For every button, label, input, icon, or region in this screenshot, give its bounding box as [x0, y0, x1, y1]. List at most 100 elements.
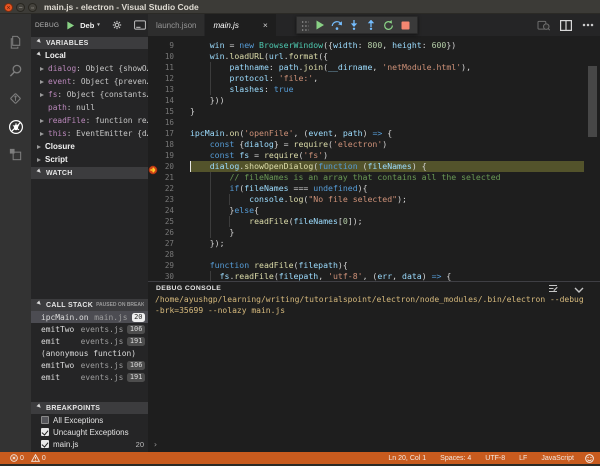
- activity-bar-item-debug[interactable]: [0, 115, 31, 143]
- checkbox[interactable]: [41, 416, 49, 424]
- status-left-items: 0 0: [0, 454, 53, 462]
- code-line-16[interactable]: 16: [148, 117, 600, 128]
- code-line-12[interactable]: 12 protocol: 'file:',: [148, 73, 600, 84]
- code-editor[interactable]: 9 win = new BrowserWindow({width: 800, h…: [148, 36, 600, 281]
- toolbar-drag-handle[interactable]: [300, 19, 309, 31]
- activity-bar-item-extensions[interactable]: [0, 143, 31, 171]
- code-line-21[interactable]: 21 // fileNames is an array that contain…: [148, 172, 600, 183]
- line-badge: 20: [132, 313, 145, 322]
- checkbox[interactable]: [41, 428, 49, 436]
- variable-row[interactable]: path: null: [31, 101, 148, 114]
- twistie-icon: [36, 403, 43, 410]
- variable-row[interactable]: event: Object {preven…: [31, 75, 148, 88]
- checkbox[interactable]: [41, 440, 49, 448]
- continue-icon[interactable]: [311, 17, 328, 33]
- code-line-22[interactable]: 22 if(fileNames === undefined){: [148, 183, 600, 194]
- line-number: 19: [158, 150, 180, 161]
- activity-bar-item-files[interactable]: [0, 31, 31, 59]
- code-line-26[interactable]: 26 }: [148, 227, 600, 238]
- twistie-icon: [36, 300, 43, 307]
- stack-frame[interactable]: emit events.js 191: [31, 335, 148, 347]
- console-prompt[interactable]: ›: [153, 440, 158, 449]
- line-number: 26: [158, 227, 180, 238]
- code-line-17[interactable]: 17 ipcMain.on('openFile', (event, path) …: [148, 128, 600, 139]
- code-line-29[interactable]: 29 function readFile(filepath){: [148, 260, 600, 271]
- code-line-18[interactable]: 18 const {dialog} = require('electron'): [148, 139, 600, 150]
- line-number: 13: [158, 84, 180, 95]
- code-line-11[interactable]: 11 pathname: path.join(__dirname, 'netMo…: [148, 62, 600, 73]
- stack-frame[interactable]: emitTwo events.js 106: [31, 323, 148, 335]
- section-header-watch[interactable]: WATCH: [31, 167, 148, 179]
- open-preview-icon[interactable]: [537, 20, 550, 31]
- split-editor-icon[interactable]: [560, 20, 572, 31]
- debug-view-label: DEBUG: [35, 22, 59, 29]
- panel-title[interactable]: DEBUG CONSOLE: [156, 285, 221, 292]
- status-item[interactable]: Spaces: 4: [440, 455, 471, 462]
- twistie-icon: [40, 93, 46, 97]
- breakpoint-current-icon[interactable]: [148, 162, 159, 172]
- tab-main-js[interactable]: main.js ×: [205, 14, 275, 36]
- activity-bar-item-source-control[interactable]: [0, 87, 31, 115]
- code-line-19[interactable]: 19 const fs = require('fs'): [148, 150, 600, 161]
- code-line-14[interactable]: 14 })): [148, 95, 600, 106]
- restart-icon[interactable]: [380, 17, 397, 33]
- console-output: /home/ayushgp/learning/writing/tutorials…: [148, 295, 600, 316]
- close-icon[interactable]: ×: [263, 20, 268, 30]
- debug-console-toggle-icon[interactable]: [134, 20, 146, 30]
- line-number: 14: [158, 95, 180, 106]
- breakpoint-row[interactable]: All Exceptions: [31, 414, 148, 426]
- line-badge: 106: [127, 361, 145, 370]
- error-count[interactable]: 0: [20, 455, 24, 462]
- variable-row[interactable]: readFile: function re…: [31, 114, 148, 127]
- stack-frame[interactable]: (anonymous function): [31, 347, 148, 359]
- twistie-icon: [40, 80, 46, 84]
- activity-bar-item-search[interactable]: [0, 59, 31, 87]
- code-line-15[interactable]: 15 }: [148, 106, 600, 117]
- code-line-23[interactable]: 23 console.log("No file selected");: [148, 194, 600, 205]
- line-number: 29: [158, 260, 180, 271]
- step-over-icon[interactable]: [329, 17, 346, 33]
- code-line-13[interactable]: 13 slashes: true: [148, 84, 600, 95]
- start-debug-icon[interactable]: [66, 21, 75, 30]
- debug-config-dropdown[interactable]: Deb ▾: [80, 21, 100, 30]
- step-into-icon[interactable]: [346, 17, 363, 33]
- gear-icon[interactable]: [112, 20, 122, 30]
- status-item[interactable]: Ln 20, Col 1: [388, 455, 426, 462]
- stack-frame[interactable]: emit events.js 191: [31, 371, 148, 383]
- section-header-variables[interactable]: VARIABLES: [31, 37, 148, 49]
- stack-frame[interactable]: ipcMain.on main.js 20: [31, 311, 148, 323]
- breakpoint-row[interactable]: main.js20: [31, 438, 148, 450]
- more-actions-icon[interactable]: [582, 23, 594, 27]
- code-line-10[interactable]: 10 win.loadURL(url.format({: [148, 51, 600, 62]
- status-item[interactable]: LF: [519, 455, 527, 462]
- code-line-24[interactable]: 24 }else{: [148, 205, 600, 216]
- variable-row[interactable]: this: EventEmitter {d…: [31, 127, 148, 140]
- warning-count[interactable]: 0: [42, 455, 46, 462]
- status-item[interactable]: UTF-8: [485, 455, 505, 462]
- window-minimize-button[interactable]: −: [16, 3, 25, 12]
- scope-script[interactable]: Script: [31, 153, 148, 166]
- feedback-smiley-icon[interactable]: [585, 454, 594, 463]
- code-line-25[interactable]: 25 readFile(fileNames[0]);: [148, 216, 600, 227]
- section-header-breakpoints[interactable]: BREAKPOINTS: [31, 402, 148, 414]
- scope-closure[interactable]: Closure: [31, 140, 148, 153]
- window-close-button[interactable]: ×: [4, 3, 13, 12]
- code-line-9[interactable]: 9 win = new BrowserWindow({width: 800, h…: [148, 40, 600, 51]
- code-line-20[interactable]: 20 dialog.showOpenDialog(function (fileN…: [148, 161, 600, 172]
- status-item[interactable]: JavaScript: [541, 455, 574, 462]
- window-maximize-button[interactable]: ▫: [28, 3, 37, 12]
- code-line-28[interactable]: 28: [148, 249, 600, 260]
- step-out-icon[interactable]: [363, 17, 380, 33]
- line-number: 21: [158, 172, 180, 183]
- scope-local[interactable]: Local: [31, 49, 148, 62]
- tab-launch-json[interactable]: launch.json: [148, 14, 205, 36]
- code-line-27[interactable]: 27 });: [148, 238, 600, 249]
- breakpoint-row[interactable]: Uncaught Exceptions: [31, 426, 148, 438]
- stack-frame[interactable]: emitTwo events.js 106: [31, 359, 148, 371]
- section-header-call-stack[interactable]: CALL STACKPAUSED ON BREAKPOI…: [31, 299, 148, 311]
- stop-icon[interactable]: [397, 17, 414, 33]
- editor-scrollbar[interactable]: [588, 66, 597, 137]
- variable-row[interactable]: dialog: Object {showO…: [31, 62, 148, 75]
- callstack-status: PAUSED ON BREAKPOI…: [93, 302, 144, 308]
- variable-row[interactable]: fs: Object {constants…: [31, 88, 148, 101]
